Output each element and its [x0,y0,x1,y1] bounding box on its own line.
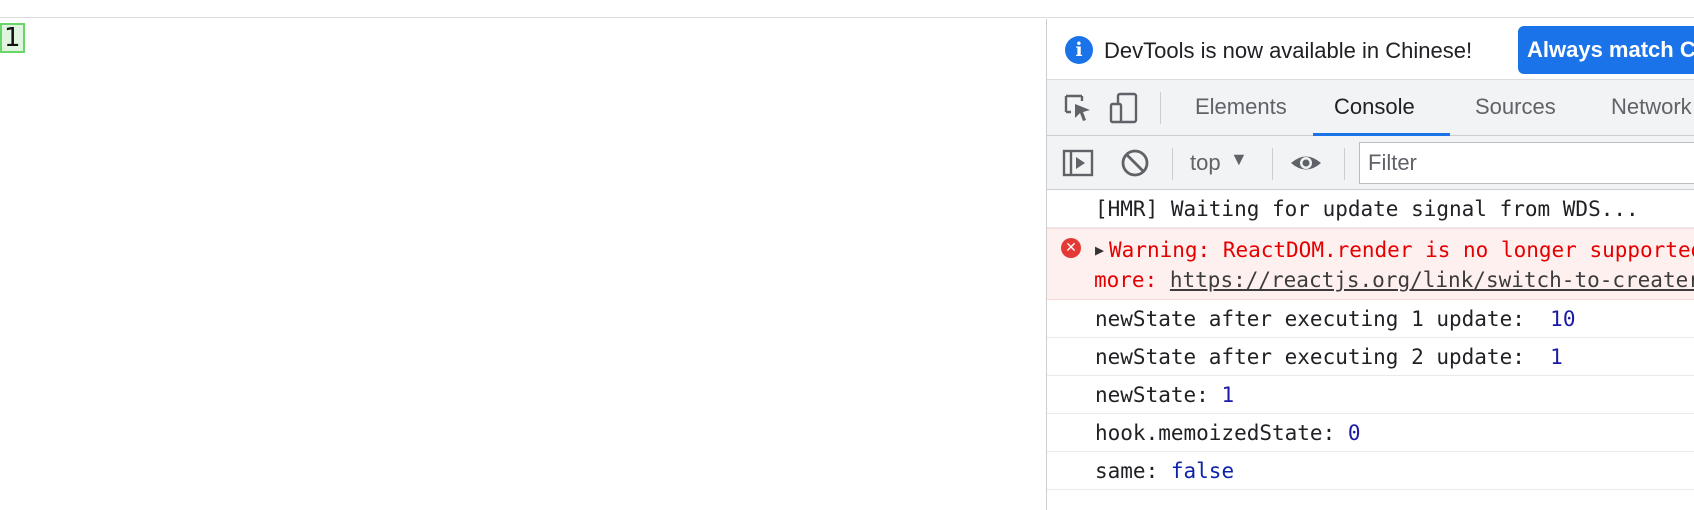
error-icon: ✕ [1061,238,1081,258]
console-log: [HMR] Waiting for update signal from WDS… [1047,190,1694,510]
console-message: [HMR] Waiting for update signal from WDS… [1047,190,1694,228]
warning-docs-link[interactable]: https://reactjs.org/link/switch-to-creat… [1170,268,1694,292]
browser-top-strip [0,0,1694,18]
devtools-tabbar: Elements Console Sources Network [1047,80,1694,136]
console-message: same: false [1047,452,1694,490]
eye-icon[interactable] [1289,146,1323,180]
console-error-message: ✕ ▶ Warning: ReactDOM.render is no longer… [1047,228,1694,300]
page-viewport: 1 [0,19,1046,510]
tab-sources[interactable]: Sources [1475,80,1556,136]
context-selector[interactable]: top [1190,150,1221,176]
chevron-down-icon: ▼ [1230,149,1248,169]
warning-more-label: more: [1094,268,1158,292]
console-message: newState: 1 [1047,376,1694,414]
inspect-element-icon[interactable] [1061,91,1095,125]
console-message: newState after executing 2 update: 1 [1047,338,1694,376]
sidebar-toggle-icon[interactable] [1061,146,1095,180]
hmr-message: [HMR] Waiting for update signal from WDS… [1095,197,1639,221]
language-infobar: i DevTools is now available in Chinese! … [1047,19,1694,80]
clear-console-icon[interactable] [1118,146,1152,180]
tab-elements[interactable]: Elements [1195,80,1287,136]
tab-network[interactable]: Network [1611,80,1692,136]
console-toolbar: top ▼ [1047,136,1694,190]
toolbar-separator [1160,92,1161,124]
toolbar-separator [1172,148,1173,180]
tab-console[interactable]: Console [1313,80,1450,136]
always-match-language-button[interactable]: Always match Chrome's language [1518,26,1694,74]
console-message: hook.memoizedState: 0 [1047,414,1694,452]
devtools-panel: i DevTools is now available in Chinese! … [1046,19,1694,510]
console-message: newState after executing 1 update: 10 [1047,300,1694,338]
counter-display[interactable]: 1 [0,23,25,53]
toolbar-separator [1272,148,1273,180]
infobar-message: DevTools is now available in Chinese! [1104,38,1473,63]
device-toggle-icon[interactable] [1107,91,1141,125]
expand-triangle-icon[interactable]: ▶ [1095,235,1104,265]
info-icon: i [1065,36,1093,64]
filter-input[interactable] [1359,142,1694,184]
toolbar-separator [1344,148,1345,180]
warning-text: Warning: ReactDOM.render is no longer su… [1109,238,1694,262]
